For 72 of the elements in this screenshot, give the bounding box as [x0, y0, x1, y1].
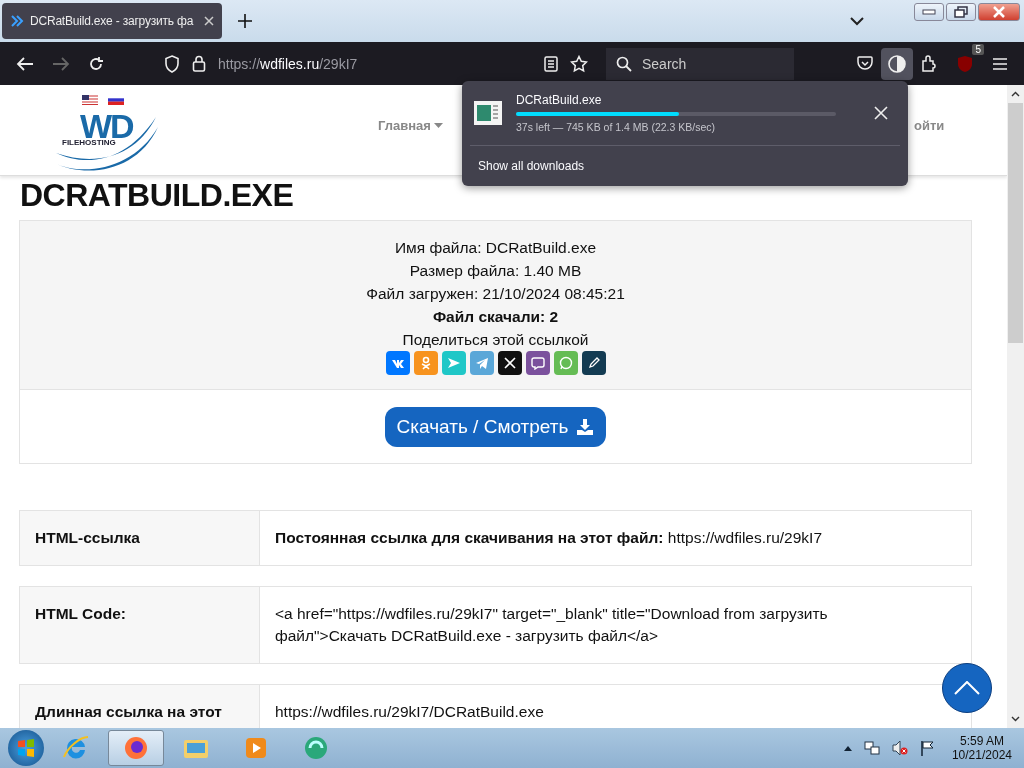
- puzzle-icon[interactable]: [921, 55, 938, 72]
- reload-icon[interactable]: [88, 55, 104, 72]
- chevron-up-icon: [954, 681, 980, 695]
- pocket-icon[interactable]: [857, 56, 873, 71]
- addon-badge: 5: [972, 43, 984, 55]
- star-icon[interactable]: [570, 54, 588, 73]
- menu-icon[interactable]: [992, 56, 1008, 71]
- table-cell-text: https://wdfiles.ru/29kI7/DCRatBuild.exe: [274, 702, 545, 722]
- restore-button[interactable]: [946, 3, 976, 21]
- downloads-button[interactable]: [881, 47, 913, 80]
- table-cell: HTML Code:: [20, 587, 260, 663]
- table-cell: Длинная ссылка на этот: [20, 685, 260, 728]
- shield-icon: [164, 54, 180, 73]
- taskbar-clock[interactable]: 5:59 AM 10/21/2024: [951, 734, 1012, 762]
- browser-tab[interactable]: DCRatBuild.exe - загрузить фа: [2, 3, 222, 39]
- lock-icon: [192, 55, 206, 72]
- pencil-icon: [586, 356, 601, 370]
- share-button[interactable]: [581, 351, 606, 375]
- restore-icon: [954, 6, 968, 18]
- minimize-icon: [922, 9, 936, 15]
- tab-title: DCRatBuild.exe - загрузить фа: [30, 14, 195, 28]
- search-icon: [616, 55, 632, 72]
- table-cell-text: Постоянная ссылка для скачивания на этот файл: https://wdfiles.ru/29kI7: [274, 528, 824, 548]
- new-tab-icon[interactable]: [238, 14, 252, 28]
- scroll-up-icon[interactable]: [1011, 91, 1020, 97]
- download-filename: DCRatBuild.exe: [516, 93, 603, 107]
- search-input[interactable]: Search: [640, 54, 774, 73]
- table-cell-text: <a href="https://wdfiles.ru/29kI7" target="_blank" title="Download from загрузить файл">Скачать DCRatBuild.exe - загрузить файл</a>: [274, 604, 829, 646]
- taskbar-app-button[interactable]: [108, 730, 164, 766]
- close-icon[interactable]: [204, 16, 214, 26]
- executable-file-icon: [474, 101, 502, 125]
- file-detail: Файл загружен: 21/10/2024 08:45:21: [366, 284, 625, 304]
- file-detail: Размер файла: 1.40 MB: [409, 261, 582, 281]
- show-all-downloads-link[interactable]: Show all downloads: [474, 159, 585, 173]
- download-icon: [576, 418, 595, 435]
- caret-icon: [433, 122, 443, 129]
- chevron-down-icon[interactable]: [850, 16, 864, 26]
- reader-view-icon[interactable]: [544, 55, 558, 72]
- windows-logo-icon: [15, 737, 37, 759]
- network-icon[interactable]: [863, 740, 880, 756]
- nav-link[interactable]: Главная: [378, 118, 443, 133]
- nav-link[interactable]: ойти: [914, 118, 945, 133]
- x-logo-icon: [502, 356, 517, 370]
- half-circle-icon: [887, 53, 907, 74]
- close-window-button[interactable]: [978, 3, 1020, 21]
- file-detail: Имя файла: DCRatBuild.exe: [394, 238, 597, 258]
- show-hidden-icons[interactable]: [843, 745, 852, 751]
- back-icon[interactable]: [16, 55, 34, 72]
- share-button[interactable]: [497, 351, 522, 375]
- share-label: Поделиться этой ссылкой: [402, 330, 589, 350]
- us-flag-icon[interactable]: [82, 95, 98, 105]
- speech-bubble-icon: [530, 356, 545, 370]
- start-button[interactable]: [8, 730, 44, 766]
- search-field[interactable]: Search: [606, 47, 794, 80]
- url-text: https://wdfiles.ru/29kI7: [218, 55, 358, 72]
- flag-icon[interactable]: [919, 740, 934, 756]
- muted-speaker-icon[interactable]: [891, 740, 908, 756]
- paper-plane-icon: [474, 356, 489, 370]
- download-status: 37s left — 745 KB of 1.4 MB (22.3 KB/sec): [516, 121, 716, 133]
- scrollbar[interactable]: [1007, 85, 1024, 728]
- file-detail: Файл скачали: 2: [432, 307, 559, 327]
- minimize-button[interactable]: [914, 3, 944, 21]
- paper-plane-icon: [446, 356, 461, 370]
- table-cell: HTML-ссылка: [20, 511, 260, 565]
- close-icon: [992, 6, 1006, 18]
- scroll-to-top-button[interactable]: [942, 663, 992, 713]
- page-heading: DCRATBUILD.EXE: [19, 176, 295, 215]
- chevrons-icon: [10, 14, 24, 28]
- scroll-down-icon[interactable]: [1011, 716, 1020, 722]
- ru-flag-icon[interactable]: [108, 95, 124, 105]
- cancel-icon[interactable]: [874, 106, 888, 120]
- download-button[interactable]: Скачать / Смотреть: [384, 406, 607, 447]
